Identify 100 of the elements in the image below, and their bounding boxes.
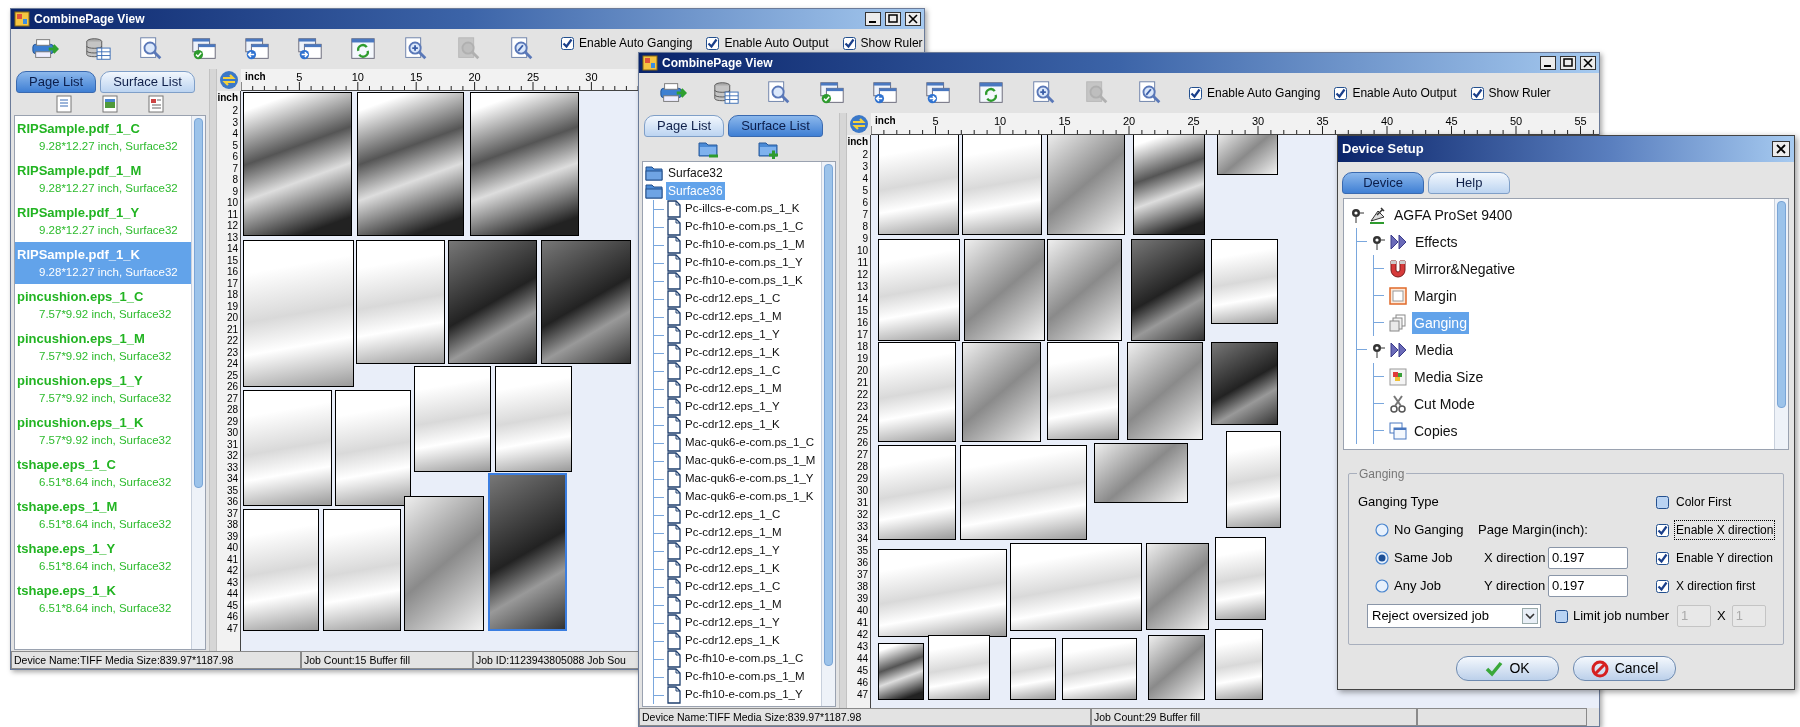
tree-item[interactable]: Pc-cdr12.eps_1_C <box>684 578 782 596</box>
maximize-button[interactable] <box>1560 56 1576 70</box>
tree-handle-icon[interactable] <box>1371 341 1385 358</box>
radio-button[interactable] <box>1375 551 1389 565</box>
maximize-button[interactable] <box>885 12 901 26</box>
swap-arrows-icon[interactable] <box>849 114 869 134</box>
checkbox[interactable] <box>706 36 720 50</box>
dropdown[interactable]: Reject oversized job <box>1367 604 1541 628</box>
tree-item[interactable]: Pc-fh10-e-com.ps_1_Y <box>684 254 804 272</box>
checkbox[interactable] <box>1656 551 1669 565</box>
ruler-label: 19 <box>856 353 868 365</box>
scrollbar-thumb[interactable] <box>1777 201 1786 408</box>
scrollbar-thumb[interactable] <box>824 164 833 667</box>
minimize-button[interactable] <box>865 12 881 26</box>
status-text: Job Count:15 Buffer fill <box>301 651 473 669</box>
document-text-icon[interactable] <box>148 95 164 113</box>
dialog-button[interactable]: Cancel <box>1573 656 1676 681</box>
tree-item[interactable]: Effects <box>1413 230 1460 253</box>
ruler-label: 47 <box>226 622 238 634</box>
scrollbar[interactable] <box>1774 199 1788 449</box>
tree-item[interactable]: Media <box>1413 338 1456 361</box>
tree-item[interactable]: Pc-cdr12.eps_1_C <box>684 290 782 308</box>
tree-item[interactable]: Pc-cdr12.eps_1_C <box>684 506 782 524</box>
tree-item[interactable]: Copies <box>1412 419 1460 442</box>
tree-item[interactable]: Cut Mode <box>1412 392 1477 415</box>
dialog-title: Device Setup <box>1342 140 1424 159</box>
tab[interactable]: Help <box>1428 172 1510 194</box>
tree-item[interactable]: Pc-cdr12.eps_1_Y <box>684 326 781 344</box>
database-icon[interactable] <box>712 79 740 107</box>
tree-item[interactable]: Mac-quk6-e-com.ps_1_C <box>684 434 816 452</box>
caret-icon[interactable] <box>1522 608 1538 624</box>
tree-handle-icon[interactable] <box>1371 233 1385 250</box>
tree-item[interactable]: Pc-fh10-e-com.ps_1_C <box>684 218 805 236</box>
tree-item[interactable]: Media Size <box>1412 365 1486 388</box>
tree-item[interactable]: Mac-quk6-e-com.ps_1_M <box>684 452 817 470</box>
tree-handle-icon[interactable] <box>1350 206 1364 223</box>
tree-item[interactable]: Pc-fh10-e-com.ps_1_M <box>684 668 806 686</box>
close-button[interactable] <box>1580 56 1596 70</box>
tree-item[interactable]: Mirror&Negative <box>1412 257 1518 280</box>
tree-item[interactable]: Pc-cdr12.eps_1_K <box>684 416 781 434</box>
checkbox[interactable] <box>1656 523 1669 537</box>
tree-item[interactable]: Pc-cdr12.eps_1_Y <box>684 398 781 416</box>
tree-item[interactable]: Pc-cdr12.eps_1_K <box>684 344 781 362</box>
tree-item[interactable]: Pc-illcs-e-com.ps_1_K <box>684 200 801 218</box>
checkbox[interactable] <box>561 36 574 50</box>
input-field[interactable]: 0.197 <box>1548 547 1628 569</box>
tree-item[interactable]: Pc-fh10-e-com.ps_1_K <box>684 272 804 290</box>
tab[interactable]: Page List <box>16 71 97 93</box>
tree-item[interactable]: Pc-cdr12.eps_1_M <box>684 524 783 542</box>
close-button[interactable] <box>1772 141 1790 157</box>
page-size: 6.51*8.64 inch, Surface32 <box>38 558 173 574</box>
tree-item[interactable]: Pc-cdr12.eps_1_Y <box>684 614 781 632</box>
tree-item[interactable]: Pc-cdr12.eps_1_C <box>684 362 782 380</box>
ruler-label: 27 <box>856 449 868 461</box>
tree-item[interactable]: Pc-fh10-e-com.ps_1_Y <box>684 686 804 704</box>
checkbox[interactable] <box>1334 86 1348 100</box>
dialog-button[interactable]: OK <box>1456 656 1559 681</box>
input-field[interactable]: 0.197 <box>1548 575 1628 597</box>
document-image-icon[interactable] <box>102 95 118 113</box>
database-icon[interactable] <box>84 35 112 63</box>
tree-item[interactable]: Pc-cdr12.eps_1_M <box>684 596 783 614</box>
tree-item[interactable]: Margin <box>1412 284 1459 307</box>
tree-item[interactable]: Pc-cdr12.eps_1_K <box>684 632 781 650</box>
document-icon <box>666 254 682 272</box>
tree-item[interactable]: Mac-quk6-e-com.ps_1_K <box>684 488 815 506</box>
minimize-button[interactable] <box>1540 56 1556 70</box>
tab[interactable]: Page List <box>644 115 725 137</box>
tree-item[interactable]: Surface32 <box>666 164 725 182</box>
ruler-label: 32 <box>226 450 238 462</box>
tree-item[interactable]: AGFA ProSet 9400 <box>1392 203 1515 226</box>
ruler-label: 6 <box>862 197 868 209</box>
checkbox[interactable] <box>1189 86 1202 100</box>
tree-item[interactable]: Pc-cdr12.eps_1_M <box>684 380 783 398</box>
checkbox-label: Color First <box>1675 494 1733 511</box>
swap-arrows-icon[interactable] <box>219 70 239 90</box>
tab[interactable]: Device <box>1342 172 1424 194</box>
radio-button[interactable] <box>1375 579 1389 593</box>
tab[interactable]: Surface List <box>728 115 823 137</box>
ruler-label: 40 <box>1380 114 1394 129</box>
checkbox-label: Enable Auto Output <box>1352 85 1457 102</box>
tree-item[interactable]: Pc-fh10-e-com.ps_1_M <box>684 236 806 254</box>
checkbox[interactable] <box>1656 495 1669 509</box>
scrollbar-thumb[interactable] <box>194 118 203 489</box>
checkbox[interactable] <box>1555 609 1568 623</box>
tree-item[interactable]: Pc-cdr12.eps_1_Y <box>684 542 781 560</box>
checkbox[interactable] <box>1470 86 1484 100</box>
tab[interactable]: Surface List <box>100 71 195 93</box>
ruler-label: 41 <box>856 617 868 629</box>
folder-minus-icon[interactable] <box>698 139 720 159</box>
tree-item[interactable]: Pc-cdr12.eps_1_K <box>684 560 781 578</box>
checkbox[interactable] <box>1656 579 1669 593</box>
tree-item[interactable]: Mac-quk6-e-com.ps_1_Y <box>684 470 815 488</box>
tree-item[interactable]: Pc-cdr12.eps_1_M <box>684 308 783 326</box>
page-preview <box>878 642 925 701</box>
close-button[interactable] <box>905 12 921 26</box>
radio-button[interactable] <box>1375 523 1389 537</box>
scrollbar[interactable] <box>191 116 205 649</box>
checkbox[interactable] <box>842 36 856 50</box>
folder-plus-icon[interactable] <box>758 139 780 159</box>
scrollbar[interactable] <box>821 162 835 706</box>
